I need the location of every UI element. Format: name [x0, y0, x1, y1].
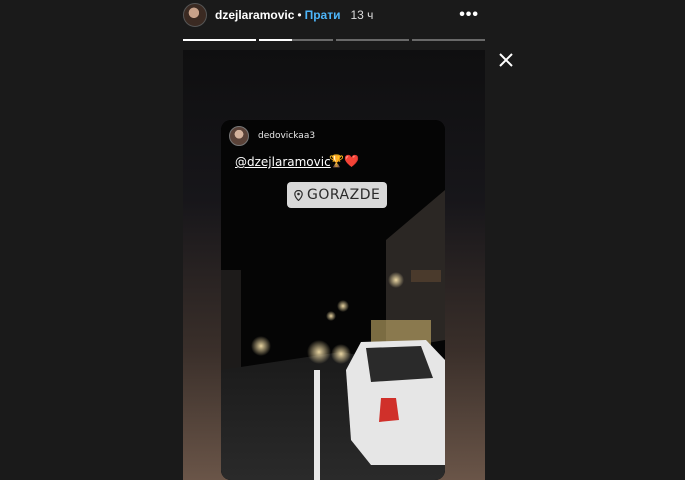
- location-label: GORAZDE: [307, 187, 381, 203]
- timestamp: 13 ч: [350, 8, 374, 22]
- separator-dot: •: [297, 8, 302, 22]
- repost-avatar[interactable]: [229, 126, 249, 146]
- more-options-icon[interactable]: •••: [459, 6, 479, 24]
- progress-segment: [259, 39, 333, 41]
- progress-segment: [335, 39, 409, 41]
- follow-button[interactable]: Прати: [305, 8, 341, 22]
- username-link[interactable]: dzejlaramovic: [215, 8, 294, 22]
- location-pin-icon: [294, 189, 303, 201]
- story-media[interactable]: dedovickaa3 @dzejlaramovic 🏆❤️ GORAZDE: [183, 50, 485, 480]
- progress-segment: [411, 39, 485, 41]
- profile-avatar[interactable]: [183, 3, 207, 27]
- progress-segment: [183, 39, 257, 41]
- progress-fill: [183, 39, 257, 41]
- reposted-video[interactable]: dedovickaa3 @dzejlaramovic 🏆❤️ GORAZDE: [221, 120, 445, 480]
- story-progress-bar: [183, 39, 485, 41]
- repost-header: dedovickaa3: [229, 126, 315, 146]
- mention-tag[interactable]: @dzejlaramovic: [235, 155, 331, 169]
- emoji-sticker: 🏆❤️: [329, 154, 359, 168]
- progress-fill: [259, 39, 293, 41]
- story-header: dzejlaramovic • Прати 13 ч •••: [183, 3, 483, 27]
- close-icon[interactable]: [498, 52, 514, 68]
- night-street-scene: [221, 120, 445, 480]
- location-sticker[interactable]: GORAZDE: [287, 182, 388, 208]
- repost-username[interactable]: dedovickaa3: [258, 131, 315, 141]
